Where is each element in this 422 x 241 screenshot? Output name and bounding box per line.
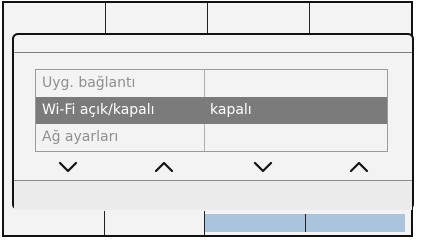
menu-item-label: Ağ ayarları	[42, 129, 119, 145]
menu-item-network-settings[interactable]: Ağ ayarları	[36, 124, 387, 151]
panel-footer-strip	[14, 180, 412, 210]
top-softkey-4[interactable]	[310, 3, 411, 33]
bottom-softkey-3-active[interactable]	[205, 214, 306, 232]
chevron-up-icon[interactable]	[154, 160, 174, 174]
display-screen: Uyg. bağlantı Wi-Fi açık/kapalı kapalı A…	[2, 1, 414, 237]
bottom-softkey-4-active[interactable]	[305, 214, 405, 232]
panel-header-strip	[14, 35, 412, 53]
bottom-softkey-2[interactable]	[105, 211, 205, 235]
navigation-arrows	[14, 158, 412, 178]
menu-panel: Uyg. bağlantı Wi-Fi açık/kapalı kapalı A…	[12, 33, 414, 210]
top-softkey-3[interactable]	[208, 3, 310, 33]
menu-list: Uyg. bağlantı Wi-Fi açık/kapalı kapalı A…	[35, 69, 388, 152]
menu-item-label: Uyg. bağlantı	[42, 75, 136, 91]
top-softkey-bar	[4, 3, 411, 33]
bottom-softkey-1[interactable]	[4, 211, 105, 235]
menu-item-app-connection[interactable]: Uyg. bağlantı	[36, 70, 387, 97]
bottom-softkey-bar	[4, 211, 411, 235]
top-softkey-2[interactable]	[106, 3, 208, 33]
menu-item-value: kapalı	[210, 102, 252, 118]
chevron-down-icon[interactable]	[253, 160, 273, 174]
chevron-down-icon[interactable]	[58, 160, 78, 174]
menu-item-wifi-toggle[interactable]: Wi-Fi açık/kapalı kapalı	[36, 97, 387, 124]
chevron-up-icon[interactable]	[349, 160, 369, 174]
top-softkey-1[interactable]	[4, 3, 106, 33]
menu-item-label: Wi-Fi açık/kapalı	[42, 102, 155, 118]
